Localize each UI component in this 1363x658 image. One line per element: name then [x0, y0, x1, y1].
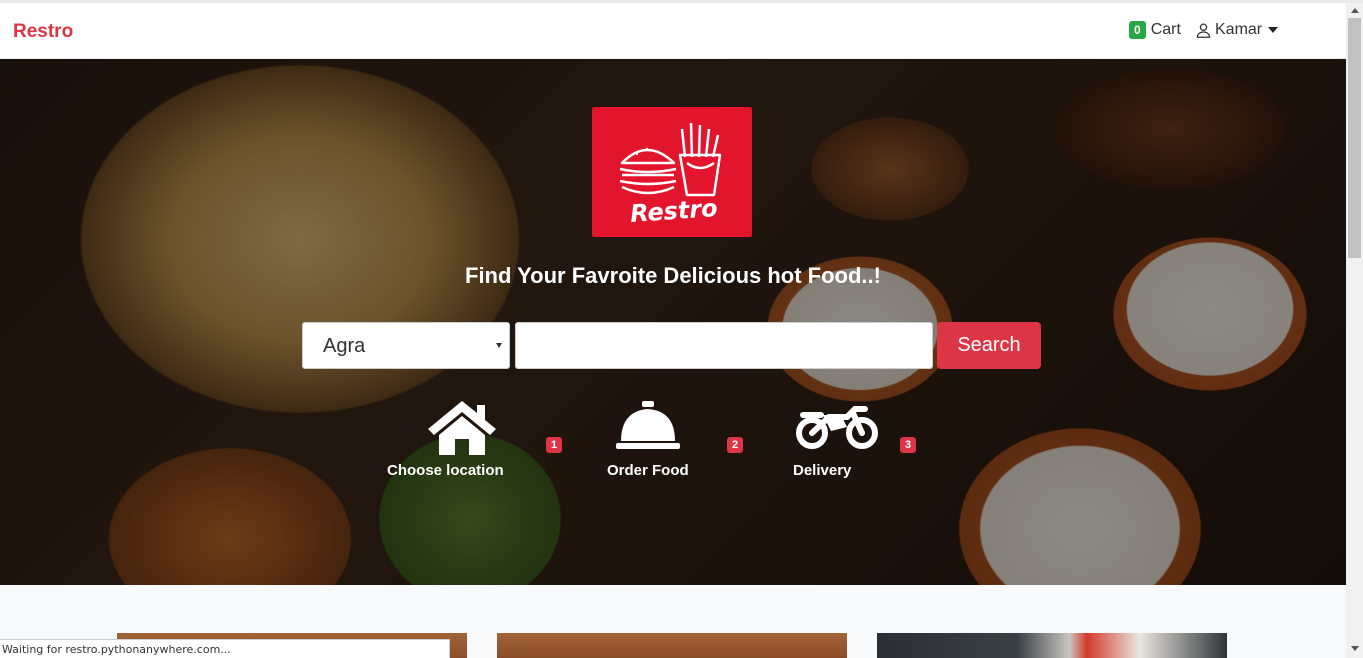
restaurant-card-image[interactable] — [877, 633, 1227, 658]
cart-label: Cart — [1150, 21, 1181, 38]
scrollbar-thumb[interactable] — [1348, 18, 1361, 258]
city-select[interactable]: Agra — [302, 322, 510, 369]
restaurant-card-image[interactable] — [497, 633, 847, 658]
home-icon — [428, 401, 496, 455]
step-label: Order Food — [607, 462, 689, 479]
hero-section: Restro Find Your Favroite Delicious hot … — [0, 59, 1346, 585]
motorcycle-icon — [796, 406, 878, 449]
scroll-up-arrow-icon[interactable] — [1351, 8, 1359, 13]
chevron-down-icon — [1268, 27, 1279, 33]
cart-count-badge: 0 — [1129, 21, 1146, 39]
user-icon — [1196, 22, 1211, 38]
user-name: Kamar — [1215, 21, 1263, 38]
cart-link[interactable]: 0 Cart — [1129, 21, 1181, 39]
step-number-badge: 2 — [727, 437, 743, 453]
step-label: Choose location — [387, 462, 504, 479]
brand-link[interactable]: Restro — [13, 21, 73, 43]
scroll-down-arrow-icon[interactable] — [1351, 646, 1359, 651]
burger-fries-logo-icon: Restro — [619, 122, 722, 228]
search-button[interactable]: Search — [937, 322, 1041, 369]
service-bell-icon — [616, 401, 680, 449]
hero-tagline: Find Your Favroite Delicious hot Food..! — [465, 263, 881, 288]
logo-wordmark: Restro — [629, 194, 718, 228]
select-arrow-icon — [496, 343, 502, 348]
restro-logo: Restro — [592, 107, 752, 237]
city-select-value: Agra — [323, 335, 366, 357]
step-label: Delivery — [793, 462, 852, 479]
step-number-badge: 1 — [546, 437, 562, 453]
step-number-badge: 3 — [900, 437, 916, 453]
search-input[interactable] — [515, 322, 933, 369]
browser-status-bar: Waiting for restro.pythonanywhere.com... — [0, 639, 450, 658]
user-dropdown[interactable]: Kamar — [1196, 21, 1279, 39]
navbar: Restro 0 Cart Kamar — [0, 3, 1346, 59]
